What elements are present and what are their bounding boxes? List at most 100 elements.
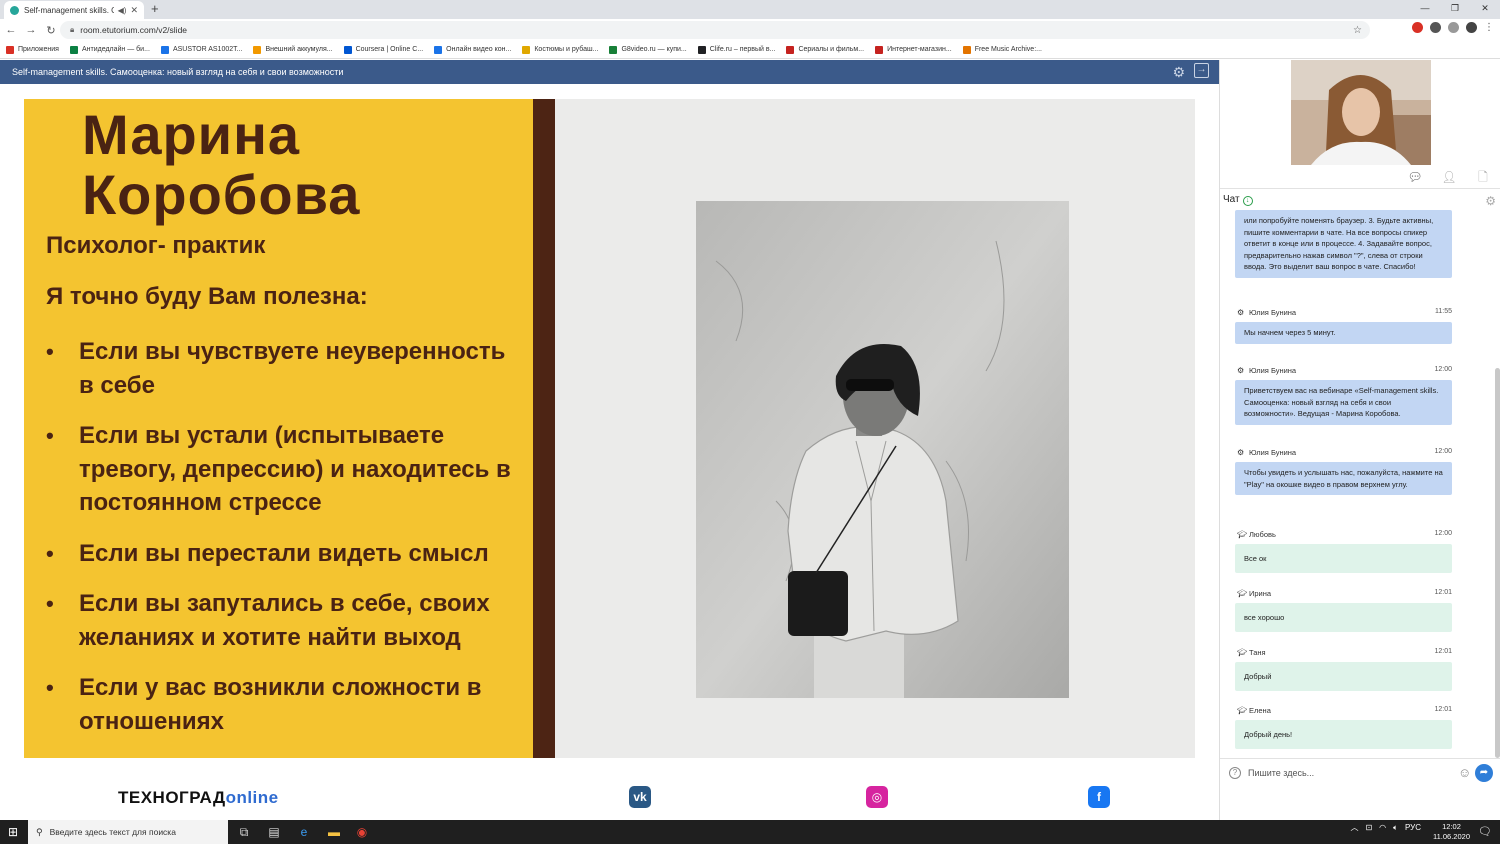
bookmark-favicon-icon — [434, 45, 443, 54]
forward-button[interactable]: → — [22, 24, 40, 36]
clock-time: 12:02 — [1442, 822, 1461, 831]
profile-avatar[interactable] — [1466, 22, 1477, 33]
audio-playing-icon[interactable]: ◀) — [118, 6, 127, 15]
folder-icon[interactable]: ▬ — [326, 824, 342, 840]
chat-message: 🎓︎ Любовь 12:00 Все ок — [1235, 530, 1452, 573]
send-button[interactable]: ➦ — [1475, 764, 1493, 782]
moderator-gear-icon: ⚙ — [1237, 308, 1245, 317]
speaker-name: Марина Коробова — [82, 103, 361, 226]
wifi-icon[interactable]: ◠ — [1379, 823, 1386, 832]
facebook-icon[interactable]: f — [1088, 786, 1110, 808]
browser-menu-icon[interactable]: ⋮ — [1484, 22, 1494, 33]
document-icon: 🗋 — [1478, 170, 1488, 184]
facebook-icon-glyph: f — [1097, 790, 1101, 804]
bookmark-label: ASUSTOR AS1002T... — [172, 46, 243, 53]
chat-author: Любовь — [1249, 530, 1276, 539]
task-view-icon[interactable]: ⧉ — [236, 824, 252, 840]
chat-messages: или попробуйте поменять браузер. 3. Будь… — [1220, 210, 1500, 758]
file-explorer-app-icon[interactable]: ▤ — [266, 824, 282, 840]
speaker-photo — [696, 201, 1069, 698]
student-cap-icon: 🎓︎ — [1237, 530, 1248, 539]
chrome-icon[interactable]: ◉ — [354, 824, 370, 840]
browser-tab[interactable]: Self-management skills. Сам ◀) ✕ — [4, 1, 144, 19]
notifications-icon[interactable]: 🗨︎ — [1478, 825, 1492, 838]
chat-settings-gear-icon[interactable]: ⚙ — [1485, 194, 1496, 208]
download-chat-icon[interactable]: ↓ — [1242, 196, 1253, 206]
close-window-button[interactable]: ✕ — [1470, 0, 1500, 19]
bookmark-item[interactable]: Приложения — [6, 45, 59, 54]
tray-expand-icon[interactable]: ︿ — [1350, 822, 1358, 833]
emoji-icon[interactable]: ☺ — [1458, 765, 1471, 780]
windows-start-icon[interactable]: ⊞ — [8, 825, 22, 839]
slide-heading: Я точно буду Вам полезна: — [46, 283, 368, 310]
extension-icon[interactable] — [1430, 22, 1441, 33]
bookmark-item[interactable]: Интернет-магазин... — [875, 45, 952, 54]
bookmark-item[interactable]: Clife.ru – первый в... — [697, 45, 775, 54]
exit-icon[interactable]: → — [1194, 63, 1209, 78]
chat-author: Юлия Бунина — [1249, 366, 1297, 375]
vk-icon[interactable]: vk — [629, 786, 651, 808]
taskbar-search-text: Введите здесь текст для поиска — [49, 827, 176, 837]
etutorium-favicon-icon — [10, 5, 19, 15]
chat-time: 12:00 — [1434, 366, 1452, 373]
chat-time: 12:01 — [1434, 648, 1452, 655]
bookmark-label: Приложения — [18, 46, 59, 53]
volume-icon[interactable]: 🔈︎ — [1393, 823, 1398, 833]
instagram-icon[interactable]: ◎ — [866, 786, 888, 808]
question-mark-icon[interactable]: ? — [1229, 767, 1241, 779]
taskbar-search[interactable]: ⚲ Введите здесь текст для поиска — [28, 820, 228, 844]
chat-bubble-icon: 💬︎ — [1407, 170, 1423, 184]
bookmark-item[interactable]: Онлайн видео кон... — [434, 45, 512, 54]
bookmark-label: Онлайн видео кон... — [446, 46, 512, 53]
close-tab-icon[interactable]: ✕ — [130, 5, 138, 16]
chat-bubble: Мы начнем через 5 минут. — [1235, 322, 1452, 344]
bookmark-item[interactable]: G8video.ru — купи... — [609, 45, 687, 54]
chat-input-row: ? ☺ ➦ — [1220, 758, 1500, 788]
chat-time: 11:55 — [1435, 308, 1452, 315]
network-icon[interactable]: ⊡ — [1365, 823, 1372, 832]
restore-window-button[interactable]: ❐ — [1440, 0, 1470, 19]
bookmark-item[interactable]: Внешний аккумуля... — [253, 45, 333, 54]
chat-message: 🎓︎ Таня 12:01 Добрый — [1235, 648, 1452, 691]
chat-input[interactable] — [1248, 765, 1448, 781]
bookmark-label: Free Music Archive:... — [974, 46, 1042, 53]
sidebar-tabs: 💬︎ 👤︎ 🗋 — [1220, 165, 1500, 189]
bookmark-item[interactable]: Антидедлайн — би... — [69, 45, 150, 54]
settings-gear-icon[interactable]: ⚙ — [1172, 64, 1185, 81]
language-indicator[interactable]: РУС — [1405, 823, 1421, 832]
new-tab-button[interactable]: + — [151, 2, 159, 16]
tab-chat[interactable]: 💬︎ — [1398, 165, 1432, 189]
reload-button[interactable]: ↻ — [42, 24, 60, 37]
chat-message: 🎓︎ Елена 12:01 Добрый день! — [1235, 706, 1452, 749]
bookmark-item[interactable]: Сериалы и фильм... — [786, 45, 864, 54]
speaker-video[interactable] — [1291, 60, 1431, 165]
edge-browser-icon[interactable]: e — [296, 824, 312, 840]
slide-bullet: Если вы устали (испытываете тревогу, деп… — [46, 419, 526, 520]
search-icon: ⚲ — [36, 826, 43, 837]
bookmark-item[interactable]: Free Music Archive:... — [962, 45, 1042, 54]
address-bar[interactable]: 🔒︎ room.etutorium.com/v2/slide ☆ — [60, 21, 1370, 39]
bookmark-item[interactable]: ASUSTOR AS1002T... — [160, 45, 243, 54]
bookmark-item[interactable]: Костюмы и рубаш... — [522, 45, 598, 54]
chat-time: 12:01 — [1434, 706, 1452, 713]
chat-bubble: или попробуйте поменять браузер. 3. Будь… — [1235, 210, 1452, 278]
bookmark-favicon-icon — [697, 45, 706, 54]
chat-author: Елена — [1249, 706, 1271, 715]
adblock-extension-icon[interactable] — [1412, 22, 1423, 33]
chat-time: 12:00 — [1434, 530, 1452, 537]
clock[interactable]: 12:02 11.06.2020 — [1433, 822, 1470, 842]
chat-label-text: Чат — [1223, 194, 1240, 205]
extension-icon[interactable] — [1448, 22, 1459, 33]
clock-date: 11.06.2020 — [1433, 832, 1470, 841]
right-sidebar: 💬︎ 👤︎ 🗋 Чат ↓ ⚙ или попробуйте поменять б… — [1219, 60, 1500, 820]
minimize-window-button[interactable]: — — [1410, 0, 1440, 19]
extensions-area: ⋮ — [1412, 22, 1494, 33]
bookmark-favicon-icon — [962, 45, 971, 54]
slide-bullet: Если вы перестали видеть смысл — [46, 537, 526, 571]
back-button[interactable]: ← — [2, 24, 20, 36]
tab-participants[interactable]: 👤︎ — [1432, 165, 1466, 189]
bookmark-star-icon[interactable]: ☆ — [1353, 25, 1362, 36]
bookmark-item[interactable]: Coursera | Online C... — [343, 45, 423, 54]
tab-files[interactable]: 🗋 — [1466, 165, 1500, 189]
chat-scrollbar[interactable] — [1495, 368, 1500, 758]
